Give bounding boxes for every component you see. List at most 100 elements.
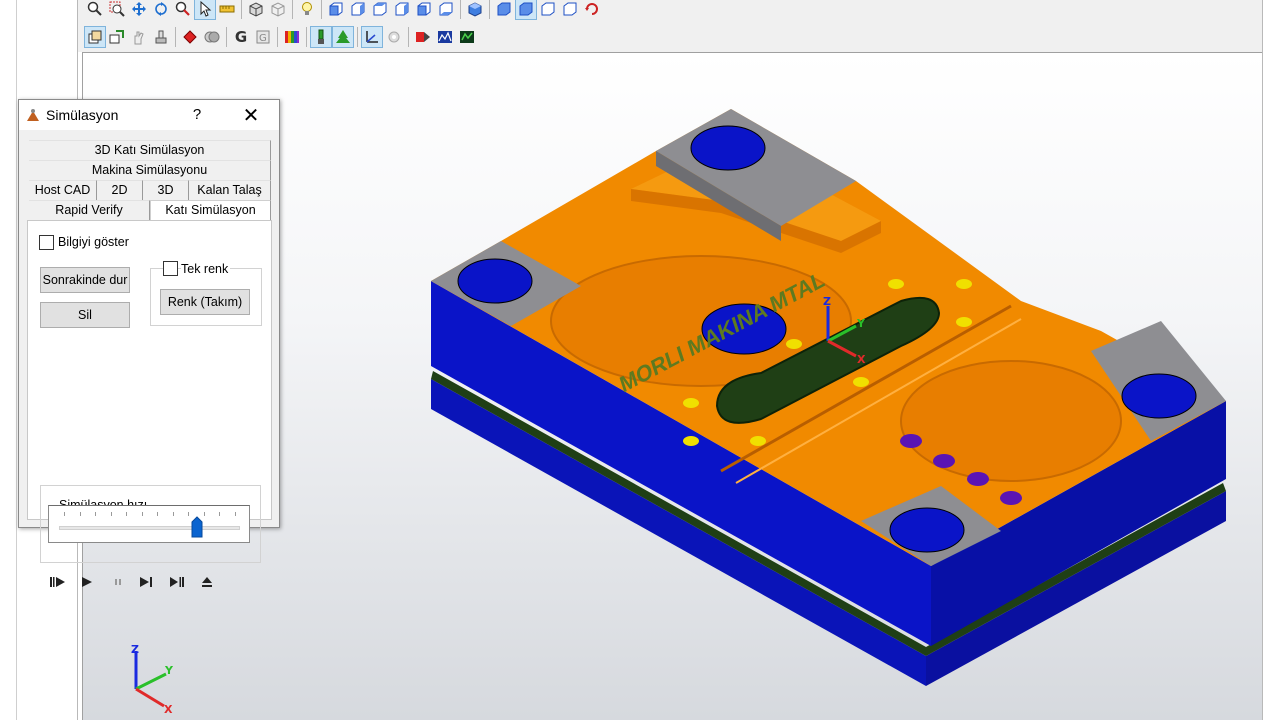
play-icon[interactable] (77, 573, 97, 591)
slider-thumb[interactable] (191, 516, 203, 538)
dialog-titlebar[interactable]: Simülasyon ? ✕ (19, 100, 279, 130)
box-wire-icon[interactable] (267, 0, 289, 20)
eject-icon[interactable] (197, 573, 217, 591)
simulate-blue-icon[interactable] (434, 26, 456, 48)
tab-kati-simulasyon[interactable]: Katı Simülasyon (150, 200, 271, 222)
show-info-checkbox[interactable] (39, 235, 54, 250)
view-front-icon[interactable] (325, 0, 347, 20)
purple-hole (967, 472, 989, 486)
simulation-dialog: Simülasyon ? ✕ 3D Katı Simülasyon Makina… (18, 99, 280, 587)
tab-content-panel: Bilgiyi göster Sonrakinde dur Sil Tek re… (27, 220, 272, 587)
step-start-icon[interactable] (48, 573, 68, 591)
triad-axis-x (135, 687, 165, 708)
tab-kalan-talas[interactable]: Kalan Talaş (189, 180, 271, 200)
gcode-g-icon[interactable]: G (230, 26, 252, 48)
options-icon[interactable] (383, 26, 405, 48)
tab-rapid-verify[interactable]: Rapid Verify (29, 200, 150, 220)
delete-button[interactable]: Sil (40, 302, 130, 328)
view-back-icon[interactable] (347, 0, 369, 20)
light-icon[interactable] (296, 0, 318, 20)
simulate-red-icon[interactable] (412, 26, 434, 48)
close-button[interactable]: ✕ (239, 103, 263, 127)
yellow-hole (683, 398, 699, 408)
slider-tick (79, 512, 81, 516)
yellow-hole (750, 436, 766, 446)
triad-x-label: X (164, 703, 173, 716)
slider-tick (95, 512, 96, 516)
tree-icon[interactable] (332, 26, 354, 48)
view-iso-3-icon[interactable] (537, 0, 559, 20)
view-top-icon[interactable] (413, 0, 435, 20)
help-button[interactable]: ? (187, 103, 207, 127)
single-color-checkbox[interactable] (163, 261, 178, 276)
yellow-hole (956, 317, 972, 327)
tab-3d[interactable]: 3D (143, 180, 189, 200)
zoom-icon[interactable] (84, 0, 106, 20)
ruler-icon[interactable] (216, 0, 238, 20)
purple-hole (900, 434, 922, 448)
speed-slider[interactable] (48, 505, 250, 543)
hole-left (457, 258, 533, 304)
hole-top (690, 125, 766, 171)
tab-row-1: 3D Katı Simülasyon (29, 140, 271, 160)
part-axis-x-label: X (857, 353, 866, 366)
export-icon[interactable] (106, 26, 128, 48)
pause-icon[interactable] (108, 573, 128, 591)
view-left-icon[interactable] (369, 0, 391, 20)
record-icon[interactable] (179, 26, 201, 48)
toolbar-area: G G (78, 0, 1262, 52)
box-solid-icon[interactable] (245, 0, 267, 20)
gcode-settings-icon[interactable]: G (252, 26, 274, 48)
tab-3d-kati-simulasyon[interactable]: 3D Katı Simülasyon (29, 140, 271, 160)
gcode-g-label: G (234, 28, 248, 46)
view-iso-2-icon[interactable] (515, 0, 537, 20)
step-end-icon[interactable] (167, 573, 187, 591)
color-palette-icon[interactable] (281, 26, 303, 48)
yellow-hole (956, 279, 972, 289)
dialog-title: Simülasyon (46, 107, 119, 123)
slider-tick (126, 512, 127, 516)
tool-icon[interactable] (310, 26, 332, 48)
single-color-label: Tek renk (181, 262, 231, 276)
hole-right (1121, 373, 1197, 419)
stop-next-button[interactable]: Sonrakinde dur (40, 267, 130, 293)
rotate-icon[interactable] (150, 0, 172, 20)
view-iso-1-icon[interactable] (493, 0, 515, 20)
app-icon (27, 109, 39, 121)
layer-box-icon[interactable] (84, 26, 106, 48)
axis-icon[interactable] (361, 26, 383, 48)
tab-2d[interactable]: 2D (97, 180, 143, 200)
zoom-fit-icon[interactable] (172, 0, 194, 20)
tab-host-cad[interactable]: Host CAD (29, 180, 97, 200)
color-tool-button[interactable]: Renk (Takım) (160, 289, 250, 315)
pan-icon[interactable] (128, 0, 150, 20)
view-right-icon[interactable] (391, 0, 413, 20)
slider-tick (234, 512, 236, 516)
slider-tick (203, 512, 205, 516)
filter-icon[interactable] (201, 26, 223, 48)
select-arrow-icon[interactable] (194, 0, 216, 20)
hole-bottom (889, 507, 965, 553)
svg-text:G: G (259, 33, 267, 44)
shaded-cube-icon[interactable] (464, 0, 486, 20)
yellow-hole (888, 279, 904, 289)
view-iso-4-icon[interactable] (559, 0, 581, 20)
slider-tick (157, 512, 158, 516)
slider-tick (141, 512, 143, 516)
simulate-green-icon[interactable] (456, 26, 478, 48)
step-forward-icon[interactable] (136, 573, 156, 591)
tab-makina-simulasyonu[interactable]: Makina Simülasyonu (29, 160, 271, 180)
slider-tick (219, 512, 220, 516)
right-scrollbar[interactable] (1262, 0, 1280, 720)
zoom-window-icon[interactable] (106, 0, 128, 20)
slider-tick (64, 512, 65, 516)
view-bottom-icon[interactable] (435, 0, 457, 20)
yellow-hole (853, 377, 869, 387)
view-refresh-icon[interactable] (581, 0, 603, 20)
purple-hole (1000, 491, 1022, 505)
hand-icon[interactable] (128, 26, 150, 48)
stamp-icon[interactable] (150, 26, 172, 48)
tab-row-3: Host CAD 2D 3D Kalan Talaş (29, 180, 271, 200)
part-axis-y-label: Y (856, 317, 866, 330)
toolbar-row-2: G G (84, 25, 478, 49)
